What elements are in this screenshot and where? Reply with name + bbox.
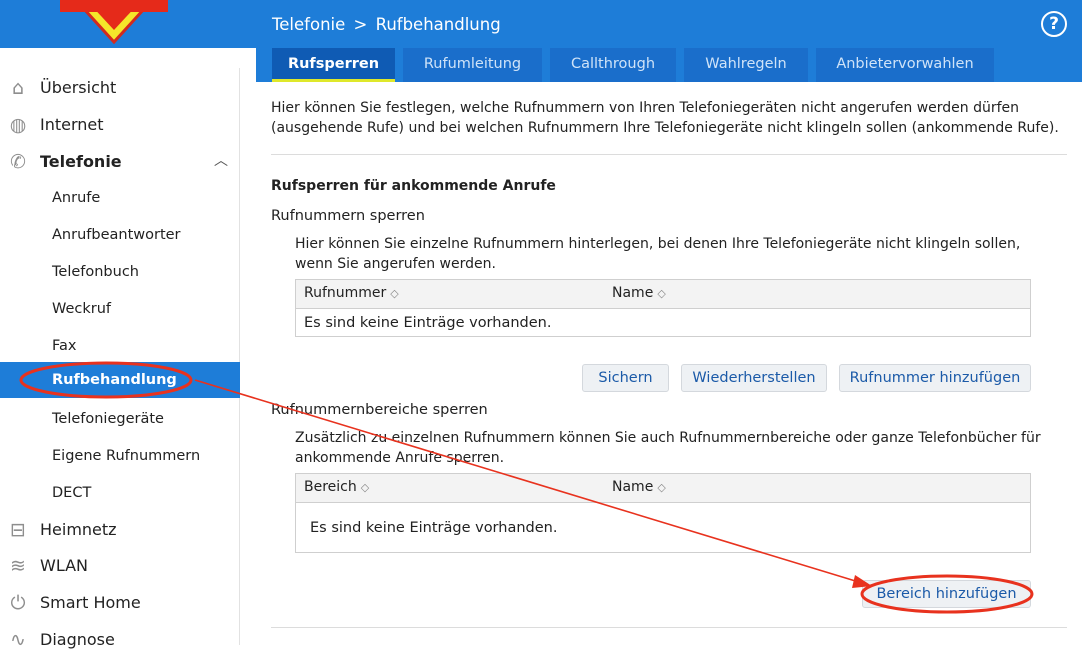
sidebar-item-internet[interactable]: ◍ Internet (0, 106, 240, 143)
tab-rufumleitung[interactable]: Rufumleitung (403, 48, 542, 82)
sidebar-item-uebersicht[interactable]: ⌂ Übersicht (0, 69, 240, 106)
sidebar-item-dect[interactable]: DECT (0, 475, 240, 512)
sidebar-item-label: Übersicht (40, 78, 117, 97)
sidebar-item-label: Heimnetz (40, 520, 117, 539)
wifi-icon: ≋ (10, 555, 26, 577)
sidebar-item-telefonie[interactable]: ✆ Telefonie ︿ (0, 143, 240, 180)
breadcrumb: Telefonie > Rufbehandlung (272, 14, 501, 34)
network-icon: ⊟ (10, 519, 26, 541)
column-header-name[interactable]: Name ◇ (612, 285, 666, 301)
column-header-name[interactable]: Name ◇ (612, 479, 666, 495)
divider (271, 154, 1067, 155)
save-button[interactable]: Sichern (582, 364, 669, 392)
sidebar-item-heimnetz[interactable]: ⊟ Heimnetz (0, 511, 240, 548)
sort-icon: ◇ (657, 287, 666, 300)
sidebar-item-label: Telefoniegeräte (52, 411, 164, 427)
restore-button[interactable]: Wiederherstellen (681, 364, 827, 392)
numbers-heading: Rufnummern sperren (271, 208, 425, 224)
column-header-rufnummer[interactable]: Rufnummer ◇ (304, 285, 399, 301)
empty-message: Es sind keine Einträge vorhanden. (310, 520, 558, 536)
breadcrumb-section[interactable]: Telefonie (272, 15, 345, 34)
diagnose-icon: ∿ (10, 629, 26, 651)
sidebar-item-label: Telefonie (40, 152, 122, 171)
sidebar-item-label: Diagnose (40, 630, 115, 649)
sidebar-item-label: Rufbehandlung (52, 372, 177, 388)
sidebar-item-telefoniegeraete[interactable]: Telefoniegeräte (0, 401, 240, 438)
sidebar-item-label: DECT (52, 485, 92, 501)
power-icon: ⏻ (10, 592, 26, 614)
sidebar-item-fax[interactable]: Fax (0, 328, 240, 365)
tab-rufsperren[interactable]: Rufsperren (272, 48, 395, 82)
sidebar-item-weckruf[interactable]: Weckruf (0, 291, 240, 328)
sidebar-item-diagnose[interactable]: ∿ Diagnose (0, 621, 240, 658)
sidebar-item-label: Eigene Rufnummern (52, 448, 201, 464)
tab-callthrough[interactable]: Callthrough (550, 48, 676, 82)
table-header: Bereich ◇ Name ◇ (296, 474, 1030, 503)
column-header-bereich[interactable]: Bereich ◇ (304, 479, 369, 495)
ranges-description: Zusätzlich zu einzelnen Rufnummern könne… (295, 430, 1041, 466)
sidebar-item-eigene-rufnummern[interactable]: Eigene Rufnummern (0, 438, 240, 475)
ranges-heading: Rufnummernbereiche sperren (271, 402, 488, 418)
breadcrumb-page: Rufbehandlung (375, 15, 501, 34)
sidebar-item-telefonbuch[interactable]: Telefonbuch (0, 254, 240, 291)
sidebar-item-smart-home[interactable]: ⏻ Smart Home (0, 584, 240, 621)
home-icon: ⌂ (11, 77, 25, 99)
breadcrumb-separator: > (353, 15, 368, 34)
sidebar-item-label: Anrufe (52, 190, 101, 206)
empty-message: Es sind keine Einträge vorhanden. (304, 315, 552, 331)
tab-anbietervorwahlen[interactable]: Anbietervorwahlen (816, 48, 994, 82)
globe-icon: ◍ (9, 114, 27, 136)
divider (271, 627, 1067, 628)
table-header: Rufnummer ◇ Name ◇ (296, 280, 1030, 309)
sidebar-item-label: Telefonbuch (52, 264, 139, 280)
help-icon[interactable]: ? (1041, 11, 1067, 37)
tab-wahlregeln[interactable]: Wahlregeln (684, 48, 808, 82)
sidebar-item-anrufe[interactable]: Anrufe (0, 180, 240, 217)
sidebar-item-anrufbeantworter[interactable]: Anrufbeantworter (0, 217, 240, 254)
numbers-description: Hier können Sie einzelne Rufnummern hint… (295, 236, 1021, 272)
add-range-button[interactable]: Bereich hinzufügen (862, 580, 1031, 608)
sort-icon: ◇ (657, 481, 666, 494)
sidebar-item-label: WLAN (40, 556, 89, 575)
sidebar-item-label: Anrufbeantworter (52, 227, 181, 243)
sidebar: ⌂ Übersicht ◍ Internet ✆ Telefonie ︿ Anr… (0, 68, 240, 651)
ranges-table: Bereich ◇ Name ◇ Es sind keine Einträge vo… (295, 473, 1031, 553)
add-number-button[interactable]: Rufnummer hinzufügen (839, 364, 1031, 392)
sidebar-item-rufbehandlung[interactable]: Rufbehandlung (0, 362, 240, 398)
sidebar-item-label: Fax (52, 338, 77, 354)
chevron-up-icon[interactable]: ︿ (214, 143, 228, 180)
intro-text: Hier können Sie festlegen, welche Rufnum… (271, 100, 1059, 136)
sidebar-item-label: Smart Home (40, 593, 141, 612)
phone-icon: ✆ (10, 151, 26, 173)
sidebar-item-wlan[interactable]: ≋ WLAN (0, 547, 240, 584)
section-heading-incoming: Rufsperren für ankommende Anrufe (271, 178, 556, 194)
sort-icon: ◇ (360, 481, 370, 494)
sidebar-item-label: Internet (40, 115, 104, 134)
sort-icon: ◇ (390, 287, 399, 300)
main-content: Hier können Sie festlegen, welche Rufnum… (256, 82, 1082, 645)
sidebar-item-label: Weckruf (52, 301, 112, 317)
fritz-logo (60, 0, 168, 44)
numbers-table: Rufnummer ◇ Name ◇ Es sind keine Einträge … (295, 279, 1031, 337)
